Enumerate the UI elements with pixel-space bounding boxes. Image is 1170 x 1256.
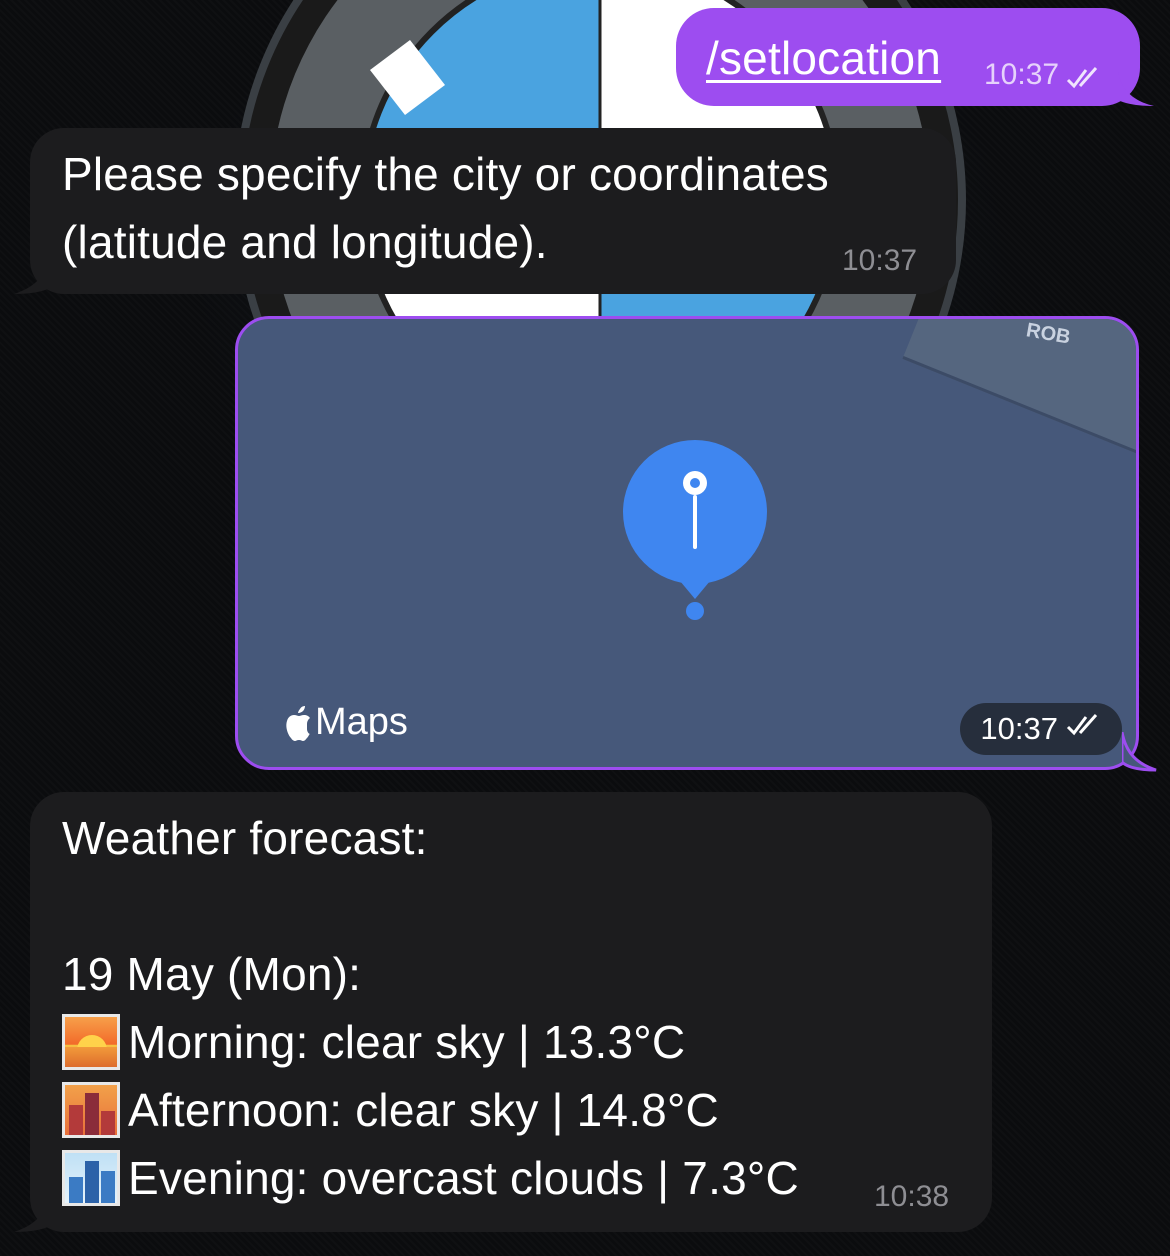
forecast-evening: Evening: overcast clouds | 7.3°C [128,1152,799,1204]
outgoing-command-bubble[interactable]: /setlocation 10:37 [676,8,1140,106]
incoming-prompt-bubble: Please specify the city or coordinates (… [30,128,956,294]
prompt-line-2: (latitude and longitude). [62,216,548,268]
message-time: 10:37 [980,711,1058,746]
map-pin-icon [623,440,767,620]
forecast-date: 19 May (Mon): [62,948,362,1000]
forecast-afternoon-row: Afternoon: clear sky | 14.8°C [62,1076,799,1144]
forecast-morning-row: Morning: clear sky | 13.3°C [62,1008,799,1076]
location-map-bubble[interactable]: ROB Maps 10:37 [235,316,1139,770]
bubble-tail [1122,732,1157,772]
command-link[interactable]: /setlocation [706,32,941,84]
maps-label: Maps [315,701,408,743]
forecast-morning: Morning: clear sky | 13.3°C [128,1016,686,1068]
map-road [902,319,1136,457]
sunrise-emoji-icon [62,1014,120,1070]
double-check-icon [1066,711,1102,747]
message-time: 10:37 [984,58,1060,91]
bubble-tail [1118,72,1154,106]
forecast-title: Weather forecast: [62,812,428,864]
bubble-tail [14,256,50,294]
prompt-line-1: Please specify the city or coordinates [62,148,829,200]
message-time: 10:38 [874,1180,950,1213]
map-time-pill: 10:37 [960,703,1122,755]
incoming-forecast-bubble: Weather forecast: 19 May (Mon): Morning:… [30,792,992,1232]
double-check-icon [1066,66,1102,97]
apple-icon [286,705,310,741]
cityscape-emoji-icon [62,1150,120,1206]
message-time: 10:37 [842,244,918,277]
bubble-tail [14,1194,50,1232]
city-sunset-emoji-icon [62,1082,120,1138]
forecast-evening-row: Evening: overcast clouds | 7.3°C [62,1144,799,1212]
maps-attribution: Maps [283,701,408,744]
forecast-afternoon: Afternoon: clear sky | 14.8°C [128,1084,719,1136]
